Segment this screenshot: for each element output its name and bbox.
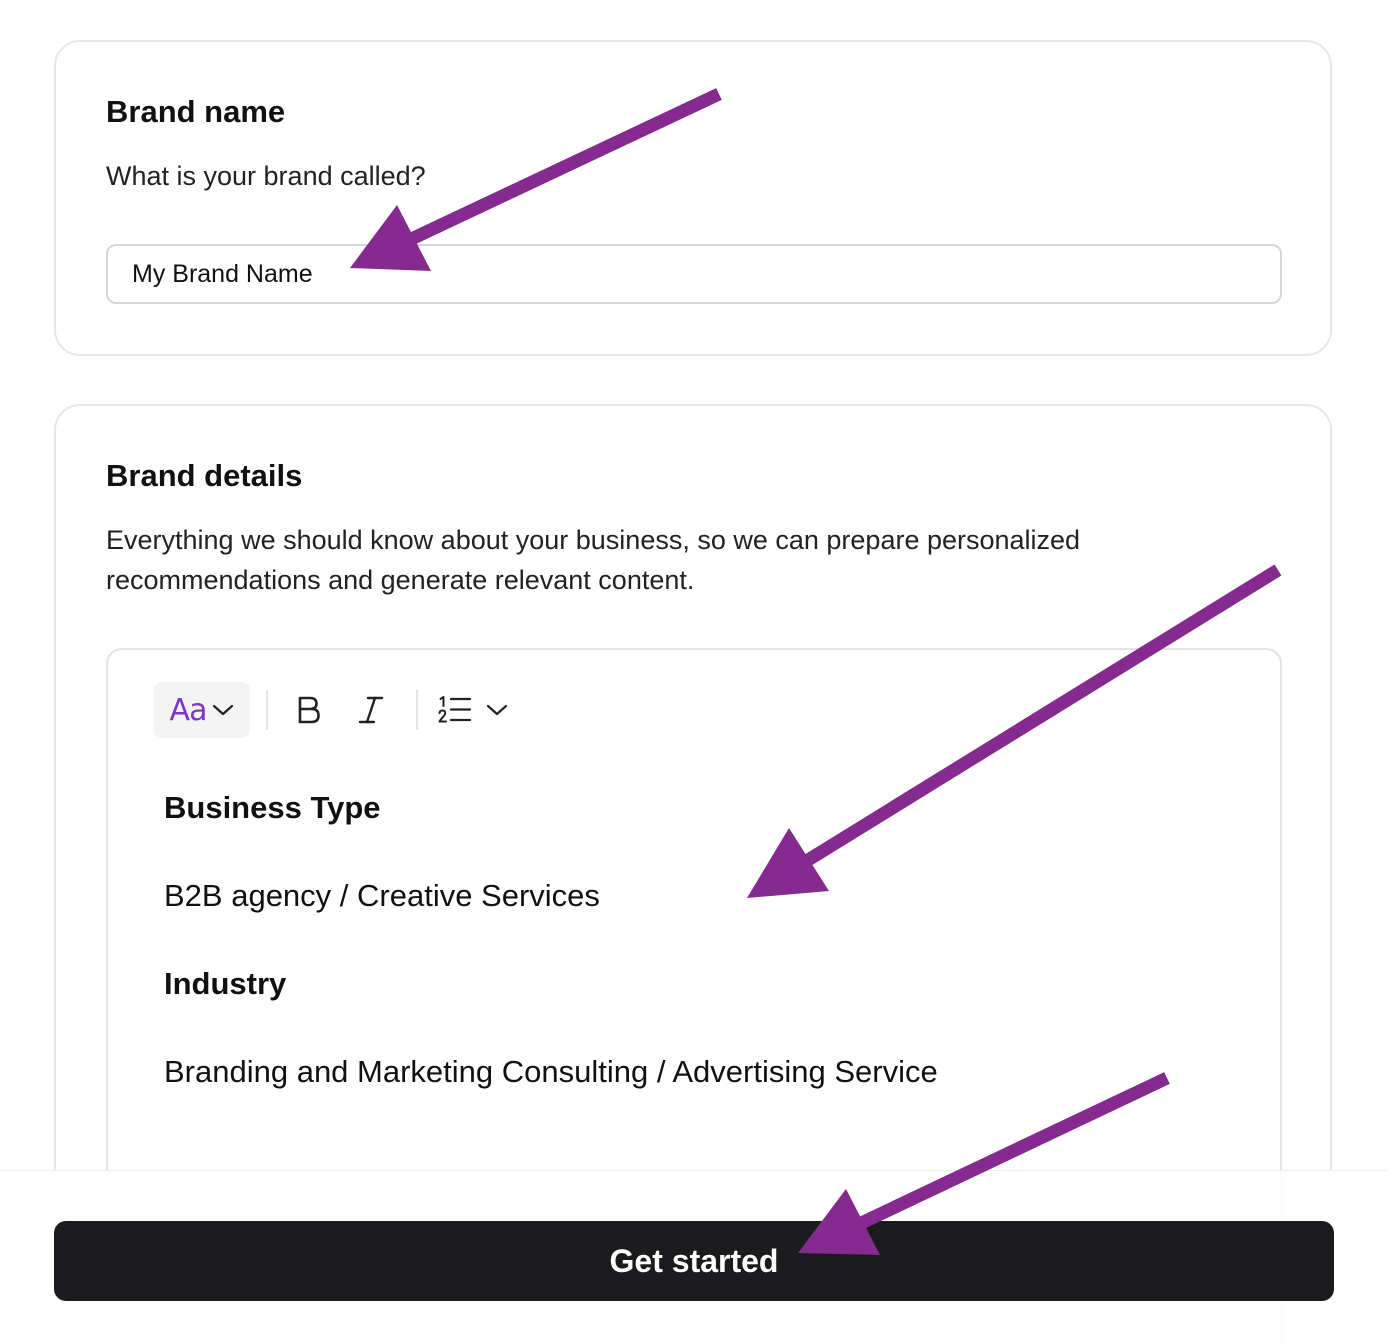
brand-details-description: Everything we should know about your bus… bbox=[106, 525, 1081, 595]
bold-button[interactable] bbox=[284, 682, 334, 738]
brand-name-title: Brand name bbox=[106, 94, 286, 129]
text-style-icon: Aa bbox=[169, 692, 208, 728]
brand-name-card: Brand name What is your brand called? bbox=[54, 40, 1332, 356]
text-style-dropdown[interactable]: Aa bbox=[154, 682, 250, 738]
get-started-button[interactable]: Get started bbox=[54, 1221, 1334, 1301]
business-type-value: B2B agency / Creative Services bbox=[164, 878, 600, 913]
brand-details-title: Brand details bbox=[106, 458, 303, 493]
list-dropdown[interactable] bbox=[434, 682, 512, 738]
numbered-list-icon bbox=[438, 696, 472, 723]
toolbar-divider bbox=[266, 690, 268, 730]
editor-toolbar: Aa bbox=[154, 682, 512, 738]
sticky-footer: Get started bbox=[0, 1170, 1388, 1344]
editor-content[interactable]: Business Type B2B agency / Creative Serv… bbox=[164, 790, 1240, 1142]
toolbar-divider bbox=[416, 690, 418, 730]
italic-icon bbox=[358, 696, 384, 724]
brand-name-description: What is your brand called? bbox=[106, 161, 426, 191]
business-type-heading: Business Type bbox=[164, 790, 381, 825]
chevron-down-icon bbox=[486, 704, 508, 716]
industry-value: Branding and Marketing Consulting / Adve… bbox=[164, 1054, 938, 1089]
italic-button[interactable] bbox=[346, 682, 396, 738]
bold-icon bbox=[298, 696, 320, 724]
brand-setup-page: Brand name What is your brand called? Br… bbox=[0, 0, 1388, 1344]
industry-heading: Industry bbox=[164, 966, 287, 1001]
brand-name-input[interactable] bbox=[106, 244, 1282, 304]
chevron-down-icon bbox=[213, 704, 234, 716]
